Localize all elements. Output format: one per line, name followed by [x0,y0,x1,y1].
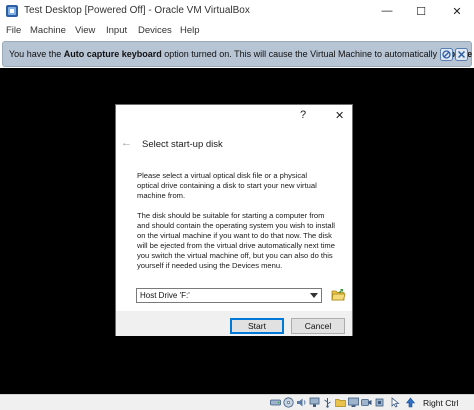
dialog-heading: Select start-up disk [142,139,223,150]
window-title: Test Desktop [Powered Off] - Oracle VM V… [24,5,250,16]
choose-disk-folder-icon[interactable] [331,288,346,302]
help-button[interactable]: ? [300,109,306,121]
host-key-label: Right Ctrl [423,398,459,408]
dialog-disk-note: The disk should be suitable for starting… [137,211,335,270]
menu-devices[interactable]: Devices [138,25,172,36]
cancel-button[interactable]: Cancel [291,318,345,334]
minimize-button[interactable]: — [370,0,404,22]
shared-folder-icon[interactable] [335,397,346,408]
mouse-integration-icon[interactable] [390,397,401,408]
virtualbox-vm-window: Test Desktop [Powered Off] - Oracle VM V… [0,0,474,410]
recording-icon[interactable] [361,397,372,408]
do-not-show-again-icon[interactable] [440,48,453,61]
dialog-close-button[interactable]: ✕ [335,109,344,122]
selected-disk-value: Host Drive 'F:' [140,291,190,300]
notification-text-middle: option turned on. This will cause the Vi… [161,49,440,59]
menu-input[interactable]: Input [106,25,127,36]
menu-help[interactable]: Help [180,25,200,36]
chevron-down-icon [310,293,318,298]
display-icon[interactable] [348,397,359,408]
startup-disk-select[interactable]: Host Drive 'F:' [136,288,322,303]
usb-icon[interactable] [322,397,333,408]
audio-icon[interactable] [296,397,307,408]
dialog-instructions: Please select a virtual optical disk fil… [137,171,317,200]
menu-view[interactable]: View [75,25,95,36]
start-button[interactable]: Start [230,318,284,334]
maximize-button[interactable]: ☐ [404,0,438,22]
back-arrow-icon[interactable]: ← [121,137,132,149]
select-startup-disk-dialog: ? ✕ ← Select start-up disk Please select… [115,104,353,336]
notification-text-before: You have the [9,49,64,59]
close-button[interactable]: ✕ [440,0,474,22]
auto-capture-notification: You have the Auto capture keyboard optio… [2,41,472,67]
hard-disk-icon[interactable] [270,397,281,408]
optical-drive-icon[interactable] [283,397,294,408]
status-bar: Right Ctrl [0,394,474,410]
cpu-icon[interactable] [374,397,385,408]
notification-bold-option: Auto capture keyboard [63,49,162,59]
menu-bar: File Machine View Input Devices Help [0,22,474,40]
virtualbox-app-icon [6,5,18,17]
network-icon[interactable] [309,397,320,408]
vm-display[interactable]: ? ✕ ← Select start-up disk Please select… [0,68,474,394]
close-notification-icon[interactable] [455,48,468,61]
title-bar: Test Desktop [Powered Off] - Oracle VM V… [0,0,474,22]
menu-file[interactable]: File [6,25,21,36]
keyboard-capture-icon[interactable] [405,397,416,408]
menu-machine[interactable]: Machine [30,25,66,36]
notification-message: You have the Auto capture keyboard optio… [9,49,472,59]
